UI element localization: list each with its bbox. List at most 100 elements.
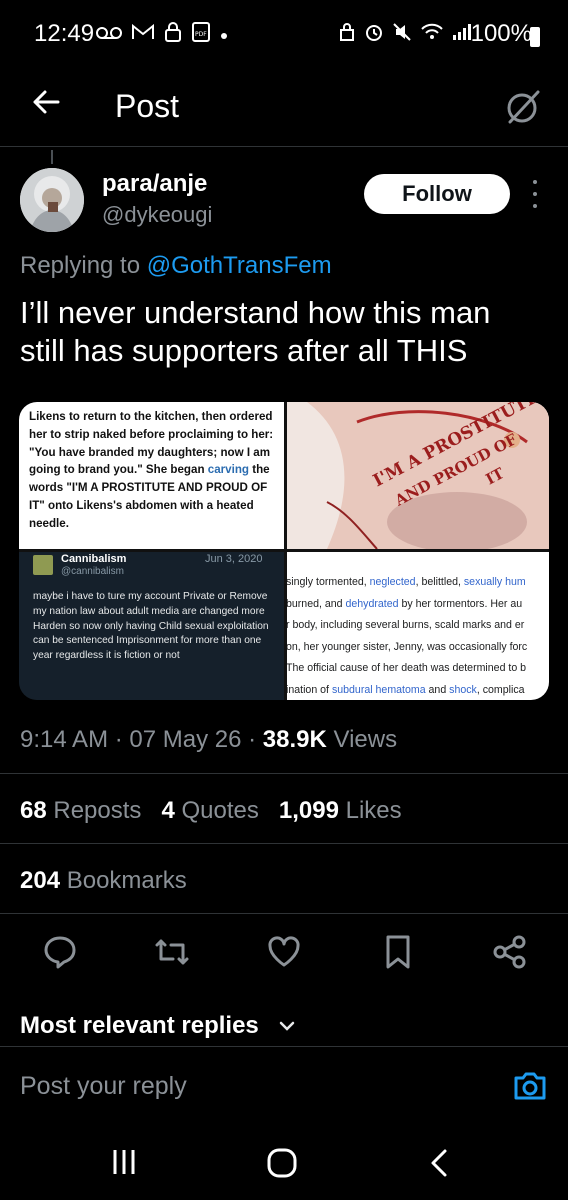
wiki-text: and — [425, 683, 450, 696]
reply-icon — [44, 936, 76, 969]
replying-to-link[interactable]: @GothTransFem — [147, 252, 332, 279]
illustration-image: I'M A PROSTITUTE AND PROUD OF IT — [287, 402, 549, 549]
media-grid: Likens to return to the kitchen, then or… — [19, 402, 549, 700]
bookmarks-divider — [0, 913, 568, 914]
avatar-image — [20, 168, 84, 232]
bookmark-icon — [386, 935, 410, 969]
wiki-link: sexually hum — [463, 576, 526, 588]
battery-icon — [530, 27, 540, 47]
wiki-text: ination of — [287, 683, 332, 696]
wiki-line: ination of subdural hematoma and shock, … — [287, 680, 549, 701]
status-right-icons — [338, 22, 472, 47]
tweet-text: I’ll never understand how this man still… — [20, 295, 491, 368]
stats-divider — [0, 843, 568, 844]
post-header: Post — [0, 78, 568, 140]
embedded-tweet-header: Cannibalism @cannibalism Jun 3, 2020 — [33, 552, 273, 586]
camera-button[interactable] — [512, 1070, 548, 1102]
bookmarks-stat[interactable]: 204 Bookmarks — [20, 867, 187, 895]
app-lock-icon — [338, 22, 356, 47]
reposts-stat[interactable]: 68 Reposts — [20, 797, 141, 824]
reply-input[interactable]: Post your reply — [20, 1072, 187, 1101]
media-image-2[interactable]: I'M A PROSTITUTE AND PROUD OF IT — [287, 402, 549, 549]
wiki-text: , belittled, — [415, 576, 464, 588]
wiki-line: burned, and dehydrated by her tormentors… — [287, 594, 549, 616]
wiki-line: on, her younger sister, Jenny, was occas… — [287, 637, 549, 659]
wiki-text: The official cause of her death was dete… — [287, 662, 527, 674]
like-button[interactable] — [264, 932, 304, 972]
wiki-text: burned, and — [287, 597, 346, 610]
embedded-account-handle: @cannibalism — [61, 566, 124, 577]
wiki-link: subdural hematoma — [331, 683, 426, 696]
wifi-icon — [420, 23, 444, 46]
timestamp: 9:14 AM · 07 May 26 · — [20, 726, 263, 753]
chevron-left-icon — [431, 1149, 447, 1177]
signal-icon — [452, 23, 472, 46]
likes-stat[interactable]: 1,099 Likes — [279, 797, 402, 824]
reply-divider — [0, 1046, 568, 1047]
reply-sort-dropdown[interactable]: Most relevant replies — [20, 1012, 259, 1040]
thread-line — [51, 150, 53, 164]
camera-icon — [514, 1072, 546, 1100]
meta-divider — [0, 773, 568, 774]
repost-button[interactable] — [152, 932, 192, 972]
dot-icon — [220, 24, 228, 45]
lock-icon — [164, 22, 182, 47]
back-nav-button[interactable] — [428, 1148, 450, 1183]
wiki-text: , complica — [476, 683, 525, 696]
chevron-down-icon[interactable] — [278, 1019, 296, 1033]
wiki-excerpt-text: Likens to return to the kitchen, then or… — [29, 410, 274, 530]
wiki-text: on, her younger sister, Jenny, was occas… — [287, 640, 528, 653]
svg-text:PDF: PDF — [195, 31, 207, 38]
page-title: Post — [115, 88, 180, 124]
gmail-icon — [132, 23, 154, 45]
share-icon — [493, 935, 526, 969]
wiki-line: r body, including several burns, scald m… — [287, 615, 549, 637]
alarm-icon — [364, 22, 384, 47]
status-bar: 12:49 PDF 100% — [0, 0, 568, 72]
repost-icon — [155, 939, 189, 965]
media-image-4[interactable]: singly tormented, neglected, belittled, … — [287, 552, 549, 700]
wiki-line: singly tormented, neglected, belittled, … — [287, 572, 549, 594]
author-name[interactable]: para/anje — [102, 170, 207, 198]
home-icon — [267, 1148, 297, 1178]
embedded-avatar — [33, 555, 53, 575]
avatar[interactable] — [20, 168, 84, 232]
follow-button[interactable]: Follow — [364, 174, 510, 214]
views-count: 38.9K — [262, 726, 327, 753]
recent-apps-button[interactable] — [111, 1148, 137, 1181]
status-left-icons: PDF — [96, 22, 228, 47]
wiki-article-text: singly tormented, neglected, belittled, … — [287, 572, 549, 700]
wiki-text: by her tormentors. Her au — [398, 597, 523, 610]
grok-icon — [507, 90, 540, 124]
wiki-link: shock — [449, 683, 477, 696]
tweet-meta: 9:14 AM · 07 May 26 · 38.9K Views — [20, 726, 397, 754]
mute-icon — [392, 22, 412, 47]
battery-percentage: 100% — [470, 20, 532, 47]
grok-button[interactable] — [502, 86, 544, 128]
status-time: 12:49 — [34, 20, 95, 47]
quotes-stat[interactable]: 4 Quotes — [161, 797, 258, 824]
share-button[interactable] — [490, 932, 530, 972]
home-button[interactable] — [266, 1148, 298, 1183]
bookmark-button[interactable] — [378, 932, 418, 972]
tweet-stats: 68 Reposts 4 Quotes 1,099 Likes — [20, 797, 402, 825]
heart-icon — [268, 936, 300, 967]
media-image-3[interactable]: Cannibalism @cannibalism Jun 3, 2020 may… — [19, 552, 284, 700]
media-image-1[interactable]: Likens to return to the kitchen, then or… — [19, 402, 284, 549]
replying-to: Replying to @GothTransFem — [20, 252, 332, 280]
recents-icon — [113, 1150, 135, 1174]
tweet-actions — [0, 932, 568, 976]
arrow-left-icon — [33, 90, 60, 114]
header-divider — [0, 146, 568, 147]
wiki-link: neglected — [369, 576, 416, 588]
more-options-icon[interactable] — [531, 180, 539, 208]
embedded-tweet-text: maybe i have to ture my account Private … — [33, 591, 269, 662]
reply-button[interactable] — [40, 932, 80, 972]
author-handle[interactable]: @dykeougi — [102, 202, 212, 228]
carving-link: carving — [207, 463, 250, 477]
back-button[interactable] — [28, 84, 64, 120]
voicemail-icon — [96, 24, 122, 45]
embedded-date: Jun 3, 2020 — [205, 553, 263, 565]
replying-prefix: Replying to — [20, 252, 147, 279]
embedded-account-name: Cannibalism — [61, 553, 127, 565]
